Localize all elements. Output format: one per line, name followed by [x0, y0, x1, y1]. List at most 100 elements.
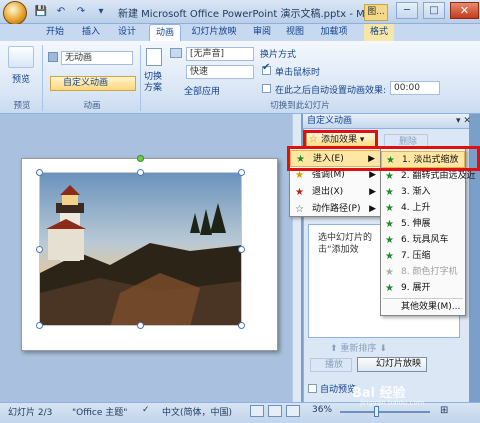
tab-addins[interactable]: 加载项 — [314, 24, 354, 41]
slideshow-view-icon[interactable] — [286, 405, 300, 417]
effect-item[interactable]: ★ 6. 玩具风车 — [381, 232, 465, 249]
transition-scheme-button[interactable]: 切换 方案 — [144, 72, 162, 94]
lighthouse-photo[interactable] — [39, 172, 242, 326]
preview-icon[interactable] — [8, 46, 34, 68]
menu-item-exit[interactable]: ★ 退出(X) ▶ — [290, 184, 382, 201]
slide-counter: 幻灯片 2/3 — [8, 408, 53, 418]
preview-button[interactable]: 预览 — [12, 72, 30, 85]
tab-insert[interactable]: 插入 — [76, 24, 106, 41]
language[interactable]: 中文(简体，中国) — [162, 405, 232, 418]
zoom-level[interactable]: 36% — [312, 405, 332, 415]
tab-design[interactable]: 设计 — [112, 24, 142, 41]
redo-icon[interactable]: ↷ — [74, 5, 88, 19]
tab-slideshow[interactable]: 幻灯片放映 — [186, 24, 242, 41]
picture-tools-tab[interactable]: 图... — [364, 4, 388, 21]
autopreview-label: 自动预览 — [320, 385, 357, 395]
effect-star-icon: ★ — [385, 171, 394, 182]
tab-review[interactable]: 审阅 — [248, 24, 276, 41]
resize-handle-se[interactable] — [238, 322, 245, 329]
theme-name: "Office 主题" — [72, 408, 128, 418]
effect-item[interactable]: ★ 7. 压缩 — [381, 248, 465, 265]
menu-item-label: 退出(X) — [312, 187, 344, 197]
effect-label: 6. 玩具风车 — [401, 235, 449, 245]
auto-after-label: 在此之后自动设置动画效果: — [275, 86, 387, 96]
tab-view[interactable]: 视图 — [281, 24, 309, 41]
auto-after-time[interactable]: 00:00 — [390, 81, 440, 95]
submenu-arrow-icon: ▶ — [369, 204, 376, 214]
up-arrow-icon[interactable]: ⬆ — [330, 344, 338, 354]
transition-speed-combo[interactable]: 快速 — [186, 65, 254, 79]
close-button[interactable]: ✕ — [450, 2, 479, 19]
watermark-url: jingyan.baidu.com — [360, 399, 425, 407]
reorder-text: 重新排序 — [340, 344, 377, 354]
effect-item-disabled: ★ 8. 颜色打字机 — [381, 264, 465, 281]
normal-view-icon[interactable] — [250, 405, 264, 417]
advance-slide-label: 换片方式 — [260, 50, 297, 60]
effect-item[interactable]: ★ 5. 伸展 — [381, 216, 465, 233]
resize-handle-e[interactable] — [238, 246, 245, 253]
menu-item-label: 动作路径(P) — [312, 204, 361, 214]
down-arrow-icon[interactable]: ⬇ — [379, 344, 387, 354]
zoom-slider-thumb[interactable] — [374, 406, 379, 417]
effect-item[interactable]: ★ 4. 上升 — [381, 200, 465, 217]
resize-handle-s[interactable] — [137, 322, 144, 329]
animate-combo[interactable]: 无动画 — [61, 51, 133, 65]
transition-sound-combo[interactable]: [无声音] — [186, 47, 254, 61]
effect-star-icon: ★ — [385, 203, 394, 214]
window-title: 新建 Microsoft Office PowerPoint 演示文稿.pptx… — [118, 9, 378, 20]
menu-item-label: 强调(M) — [312, 170, 345, 180]
effect-label: 9. 展开 — [401, 283, 431, 293]
reorder-label: ⬆ 重新排序 ⬇ — [330, 341, 387, 354]
customize-toolbar-icon[interactable]: ▾ — [94, 5, 108, 19]
effect-star-icon: ★ — [385, 283, 394, 294]
custom-animation-button[interactable]: 自定义动画 — [50, 76, 136, 91]
submenu-arrow-icon: ▶ — [369, 187, 376, 197]
tab-animation[interactable]: 动画 — [149, 24, 181, 42]
autopreview-checkbox[interactable] — [308, 384, 317, 393]
group-separator — [42, 45, 43, 111]
more-effects-item[interactable]: 其他效果(M)... — [381, 299, 465, 316]
play-button[interactable]: 播放 — [310, 358, 352, 372]
resize-handle-ne[interactable] — [238, 169, 245, 176]
effect-item[interactable]: ★ 9. 展开 — [381, 280, 465, 297]
tab-format[interactable]: 格式 — [364, 24, 394, 41]
transition-scheme-icon[interactable] — [146, 48, 162, 66]
transition-group-label: 切换到此幻灯片 — [270, 101, 330, 111]
check-icon: ✔ — [262, 62, 271, 73]
apply-all-button[interactable]: 全部应用 — [174, 84, 220, 97]
sound-icon — [170, 48, 182, 58]
effect-label: 8. 颜色打字机 — [401, 267, 458, 277]
save-icon[interactable]: 💾 — [34, 5, 48, 19]
effect-label: 其他效果(M)... — [401, 302, 461, 312]
spellcheck-icon[interactable]: ✓ — [142, 405, 150, 415]
effect-label: 3. 渐入 — [401, 187, 431, 197]
minimize-button[interactable]: ─ — [396, 2, 418, 19]
resize-handle-sw[interactable] — [36, 322, 43, 329]
pane-close-button[interactable]: ▾ ✕ — [456, 116, 471, 126]
effect-star-icon: ★ — [385, 267, 394, 278]
effect-label: 4. 上升 — [401, 203, 431, 213]
animation-group-label: 动画 — [83, 101, 101, 111]
entrance-submenu: ★ 1. 淡出式缩放 ★ 2. 翻转式由远及近 ★ 3. 渐入 ★ 4. 上升 ★ 5. … — [380, 148, 475, 316]
effect-star-icon: ★ — [385, 219, 394, 230]
resize-handle-n[interactable] — [137, 169, 144, 176]
tab-home[interactable]: 开始 — [40, 24, 70, 41]
resize-handle-nw[interactable] — [36, 169, 43, 176]
effect-item[interactable]: ★ 3. 渐入 — [381, 184, 465, 201]
office-button[interactable] — [3, 1, 27, 25]
auto-after-checkbox[interactable] — [262, 84, 271, 93]
exit-star-icon: ★ — [295, 187, 304, 198]
maximize-button[interactable]: □ — [423, 2, 445, 19]
menu-item-motion-path[interactable]: ☆ 动作路径(P) ▶ — [290, 201, 382, 218]
zoom-slider[interactable] — [340, 411, 430, 413]
effect-star-icon: ★ — [385, 187, 394, 198]
fit-window-icon[interactable]: ⊞ — [440, 405, 448, 416]
sorter-view-icon[interactable] — [268, 405, 282, 417]
highlight-box-entrance — [287, 146, 480, 171]
slideshow-button[interactable]: 幻灯片放映 — [357, 357, 427, 372]
emphasis-star-icon: ★ — [295, 170, 304, 181]
motion-path-icon: ☆ — [295, 204, 304, 215]
undo-icon[interactable]: ↶ — [54, 5, 68, 19]
rotation-handle[interactable] — [137, 155, 144, 162]
resize-handle-w[interactable] — [36, 246, 43, 253]
